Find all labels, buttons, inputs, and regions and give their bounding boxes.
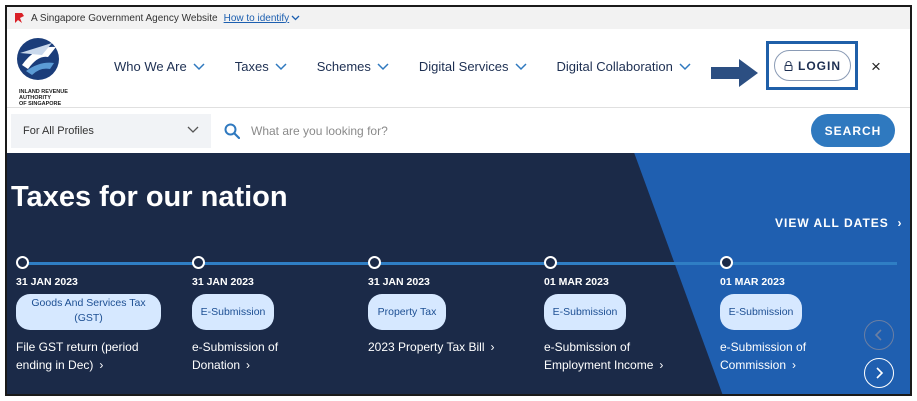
nav-digital-services[interactable]: Digital Services bbox=[419, 59, 527, 74]
timeline-description: e-Submission of Donation › bbox=[192, 340, 279, 372]
timeline-description: e-Submission of Employment Income › bbox=[544, 340, 664, 372]
profile-select[interactable]: For All Profiles bbox=[11, 114, 211, 148]
login-highlight: LOGIN bbox=[766, 41, 858, 90]
chevron-right-icon: › bbox=[490, 340, 495, 354]
site-header: INLAND REVENUE AUTHORITY OF SINGAPORE Wh… bbox=[7, 29, 910, 107]
timeline-description: File GST return (period ending in Dec) › bbox=[16, 340, 139, 372]
chevron-down-icon bbox=[679, 62, 691, 70]
chevron-left-icon bbox=[874, 329, 882, 341]
arrow-right-icon bbox=[711, 59, 758, 87]
iras-emblem-icon bbox=[17, 38, 59, 80]
category-tag: Property Tax bbox=[368, 294, 446, 330]
close-icon[interactable]: × bbox=[871, 57, 881, 77]
timeline-date: 31 JAN 2023 bbox=[192, 276, 254, 288]
timeline-dot bbox=[720, 256, 733, 269]
timeline-dot bbox=[368, 256, 381, 269]
lion-head-icon bbox=[15, 13, 24, 23]
carousel-prev-button[interactable] bbox=[864, 320, 894, 350]
nav-digital-collaboration[interactable]: Digital Collaboration bbox=[557, 59, 691, 74]
timeline-dot bbox=[192, 256, 205, 269]
chevron-down-icon bbox=[187, 126, 199, 133]
masthead-text: A Singapore Government Agency Website bbox=[31, 12, 218, 24]
search-icon bbox=[224, 123, 240, 139]
timeline-date: 31 JAN 2023 bbox=[16, 276, 78, 288]
how-to-identify-link[interactable]: How to identify bbox=[224, 13, 290, 24]
lock-icon bbox=[784, 60, 793, 71]
chevron-down-icon bbox=[377, 62, 389, 70]
search-input[interactable] bbox=[251, 119, 791, 143]
search-bar: For All Profiles SEARCH bbox=[7, 107, 910, 153]
search-button[interactable]: SEARCH bbox=[811, 114, 895, 147]
chevron-right-icon: › bbox=[893, 216, 903, 230]
timeline-description: 2023 Property Tax Bill › bbox=[368, 340, 495, 354]
timeline-date: 31 JAN 2023 bbox=[368, 276, 430, 288]
timeline-line bbox=[19, 262, 897, 265]
chevron-right-icon: › bbox=[99, 358, 104, 372]
timeline-date: 01 MAR 2023 bbox=[720, 276, 785, 288]
view-all-dates-link[interactable]: VIEW ALL DATES › bbox=[775, 216, 902, 230]
hero-banner: Taxes for our nation VIEW ALL DATES › 31… bbox=[7, 153, 910, 394]
timeline-dot bbox=[544, 256, 557, 269]
iras-logo[interactable]: INLAND REVENUE AUTHORITY OF SINGAPORE bbox=[12, 35, 82, 107]
category-tag: E-Submission bbox=[720, 294, 802, 330]
chevron-right-icon: › bbox=[792, 358, 797, 372]
category-tag: Goods And Services Tax (GST) bbox=[16, 294, 161, 330]
logo-wordmark: INLAND REVENUE AUTHORITY OF SINGAPORE bbox=[19, 89, 68, 107]
chevron-right-icon bbox=[876, 367, 884, 379]
browser-frame: A Singapore Government Agency Website Ho… bbox=[5, 5, 912, 396]
category-tag: E-Submission bbox=[192, 294, 274, 330]
gov-masthead: A Singapore Government Agency Website Ho… bbox=[7, 7, 910, 29]
nav-who-we-are[interactable]: Who We Are bbox=[114, 59, 205, 74]
chevron-right-icon: › bbox=[659, 358, 664, 372]
nav-taxes[interactable]: Taxes bbox=[235, 59, 287, 74]
category-tag: E-Submission bbox=[544, 294, 626, 330]
nav-schemes[interactable]: Schemes bbox=[317, 59, 389, 74]
timeline-date: 01 MAR 2023 bbox=[544, 276, 609, 288]
chevron-down-icon bbox=[514, 62, 527, 70]
timeline-dot bbox=[16, 256, 29, 269]
main-nav: Who We Are Taxes Schemes Digital Service… bbox=[114, 59, 721, 74]
carousel-next-button[interactable] bbox=[864, 358, 894, 388]
chevron-right-icon: › bbox=[246, 358, 251, 372]
chevron-down-icon[interactable] bbox=[291, 15, 300, 21]
chevron-down-icon bbox=[193, 62, 205, 70]
hero-title: Taxes for our nation bbox=[11, 181, 288, 213]
timeline-description: e-Submission of Commission › bbox=[720, 340, 807, 372]
login-button[interactable]: LOGIN bbox=[774, 50, 851, 81]
chevron-down-icon bbox=[275, 62, 287, 70]
